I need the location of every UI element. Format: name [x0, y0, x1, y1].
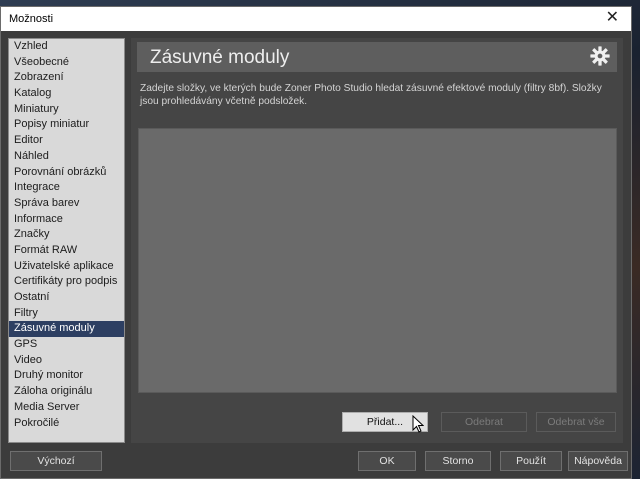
plugin-folders-list[interactable] — [138, 128, 617, 393]
sidebar-item[interactable]: Katalog — [9, 86, 124, 102]
panel-description: Zadejte složky, ve kterých bude Zoner Ph… — [140, 83, 602, 107]
help-button[interactable]: Nápověda — [568, 451, 628, 471]
sidebar-item[interactable]: Filtry — [9, 306, 124, 322]
options-dialog: Možnosti ✕ Vzhled Všeobecné Zobrazení Katal… — [0, 6, 632, 479]
plugins-panel: Zásuvné moduly Zadejte složky, ve kterýc… — [131, 38, 623, 443]
ok-button[interactable]: OK — [358, 451, 416, 471]
close-icon[interactable]: ✕ — [606, 9, 619, 27]
sidebar-item[interactable]: Zásuvné moduly — [9, 321, 124, 338]
cancel-button[interactable]: Storno — [425, 451, 491, 471]
sidebar-item[interactable]: Pokročilé — [9, 416, 124, 432]
window-title: Možnosti — [9, 13, 54, 25]
sidebar-item[interactable]: GPS — [9, 337, 124, 353]
sidebar-item[interactable]: Značky — [9, 227, 124, 243]
sidebar-item[interactable]: Druhý monitor — [9, 368, 124, 384]
sidebar-item[interactable]: Editor — [9, 133, 124, 149]
sidebar-item[interactable]: Informace — [9, 212, 124, 228]
sidebar-item[interactable]: Formát RAW — [9, 243, 124, 259]
sidebar-item[interactable]: Certifikáty pro podpis — [9, 274, 124, 290]
panel-title: Zásuvné moduly — [150, 47, 290, 68]
default-button[interactable]: Výchozí — [10, 451, 102, 471]
sidebar-item[interactable]: Porovnání obrázků — [9, 165, 124, 181]
apply-button[interactable]: Použít — [500, 451, 562, 471]
sidebar-item[interactable]: Správa barev — [9, 196, 124, 212]
mouse-cursor-icon — [412, 415, 424, 433]
sidebar-item[interactable]: Uživatelské aplikace — [9, 259, 124, 275]
remove-folder-button[interactable]: Odebrat — [441, 412, 527, 432]
gear-icon[interactable] — [589, 45, 611, 67]
category-list[interactable]: Vzhled Všeobecné Zobrazení Katalog Miniatury… — [8, 38, 125, 443]
sidebar-item[interactable]: Zobrazení — [9, 70, 124, 86]
sidebar-item[interactable]: Záloha originálu — [9, 384, 124, 400]
panel-header: Zásuvné moduly — [137, 42, 617, 72]
sidebar-item[interactable]: Vzhled — [9, 39, 124, 55]
remove-all-button[interactable]: Odebrat vše — [536, 412, 616, 432]
sidebar-item[interactable]: Ostatní — [9, 290, 124, 306]
sidebar-item[interactable]: Miniatury — [9, 102, 124, 118]
sidebar-item[interactable]: Všeobecné — [9, 55, 124, 71]
sidebar-item[interactable]: Náhled — [9, 149, 124, 165]
sidebar-item[interactable]: Popisy miniatur — [9, 117, 124, 133]
sidebar-item[interactable]: Integrace — [9, 180, 124, 196]
sidebar-item[interactable]: Media Server — [9, 400, 124, 416]
title-bar: Možnosti ✕ — [1, 7, 631, 31]
sidebar-item[interactable]: Video — [9, 353, 124, 369]
